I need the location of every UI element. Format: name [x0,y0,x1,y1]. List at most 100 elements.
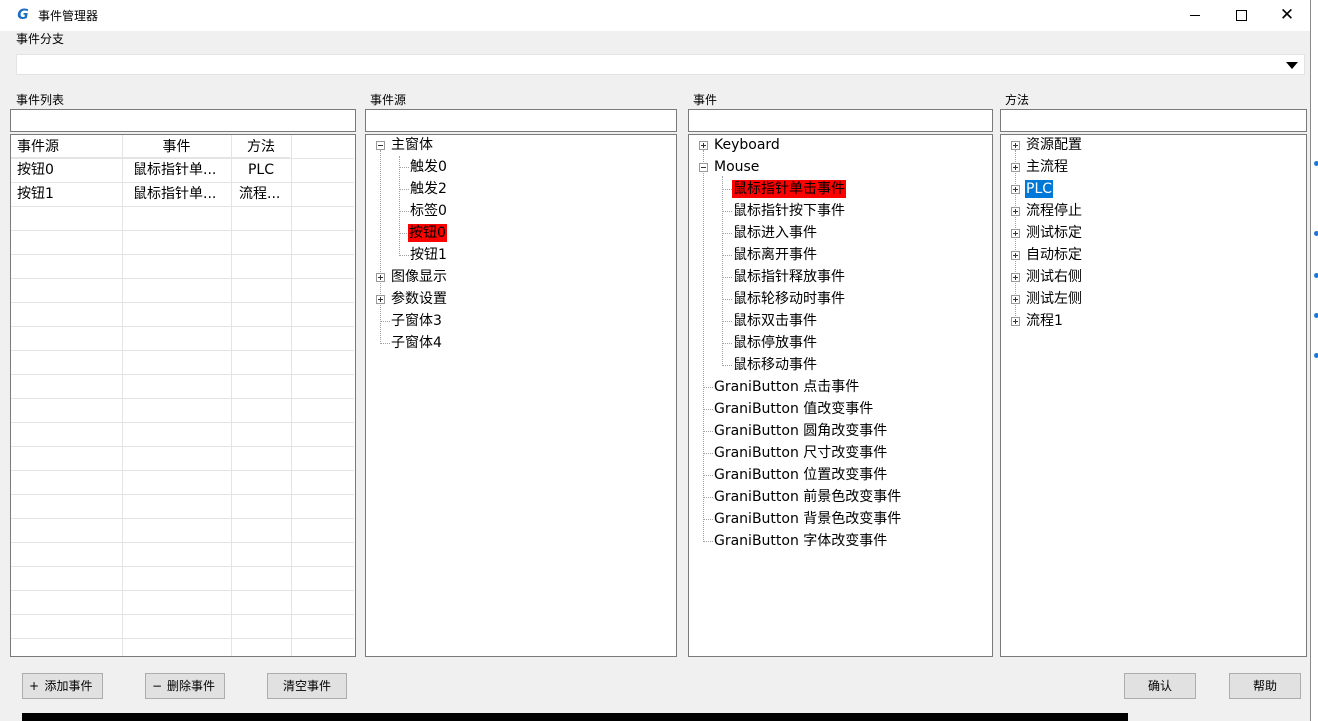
grid-line [11,470,354,471]
minus-icon: − [152,679,163,693]
confirm-button[interactable]: 确认 [1124,673,1196,699]
tree-node-button0[interactable]: 按钮0 [408,224,447,242]
tree-node-trigger0[interactable]: 触发0 [409,158,448,176]
tree-node-method[interactable]: 流程停止 [1025,202,1083,220]
delete-event-button[interactable]: − 删除事件 [145,673,225,699]
background-window-strip [22,713,1128,721]
grid-line [11,614,354,615]
table-row[interactable]: 按钮0 鼠标指针单... PLC [11,159,290,181]
background-dot-icon [1314,231,1318,236]
grid-line [11,494,354,495]
grid-line [11,638,354,639]
tree-node-method[interactable]: 测试标定 [1025,224,1083,242]
branch-dropdown[interactable] [16,54,1305,75]
tree-node-mouse-event[interactable]: 鼠标轮移动时事件 [732,290,846,308]
event-list-header: 事件源 事件 方法 [11,136,290,158]
tree-node-method[interactable]: 流程1 [1025,312,1064,330]
tree-node-granibutton-event[interactable]: GraniButton 前景色改变事件 [713,488,902,506]
grid-line [11,422,354,423]
event-list-grid[interactable] [10,134,356,657]
tree-node-method[interactable]: 自动标定 [1025,246,1083,264]
tree-node-mouse-event[interactable]: 鼠标指针单击事件 [732,180,846,198]
grid-line [11,542,354,543]
tree-node-keyboard[interactable]: Keyboard [713,136,781,154]
grid-line [11,326,354,327]
column-header-method[interactable]: 方法 [231,136,291,158]
tree-node-method[interactable]: 主流程 [1025,158,1069,176]
tree-node-mouse[interactable]: Mouse [713,158,760,176]
tree-node-mouse-event[interactable]: 鼠标进入事件 [732,224,818,242]
add-event-button[interactable]: + 添加事件 [22,673,103,699]
table-row[interactable]: 按钮1 鼠标指针单... 流程... [11,183,290,205]
tree-node-method[interactable]: PLC [1025,180,1054,198]
tree-node-trigger2[interactable]: 触发2 [409,180,448,198]
events-filter-input[interactable] [688,109,993,132]
tree-node-image-display[interactable]: 图像显示 [390,268,448,286]
event-list-label: 事件列表 [16,93,65,107]
minimize-button[interactable] [1172,0,1218,31]
collapse-icon[interactable] [376,141,385,150]
table-cell: 按钮1 [17,186,54,202]
expand-icon[interactable] [376,295,385,304]
expand-icon[interactable] [1011,251,1020,260]
tree-node-method[interactable]: 测试右侧 [1025,268,1083,286]
expand-icon[interactable] [1011,295,1020,304]
expand-icon[interactable] [1011,229,1020,238]
tree-node-mouse-event[interactable]: 鼠标移动事件 [732,356,818,374]
expand-icon[interactable] [699,141,708,150]
title-bar [0,0,1310,31]
tree-node-mouse-event[interactable]: 鼠标停放事件 [732,334,818,352]
tree-node-parameter-settings[interactable]: 参数设置 [390,290,448,308]
tree-node-mouse-event[interactable]: 鼠标双击事件 [732,312,818,330]
tree-node-mouse-event[interactable]: 鼠标指针释放事件 [732,268,846,286]
event-list-filter-input[interactable] [10,109,356,132]
expand-icon[interactable] [1011,185,1020,194]
close-button[interactable]: ✕ [1264,0,1310,31]
grid-line [11,398,354,399]
tree-node-mouse-event[interactable]: 鼠标离开事件 [732,246,818,264]
events-label: 事件 [693,93,718,107]
expand-icon[interactable] [1011,273,1020,282]
methods-label: 方法 [1005,93,1030,107]
tree-node-label0[interactable]: 标签0 [409,202,448,220]
tree-node-mouse-event[interactable]: 鼠标指针按下事件 [732,202,846,220]
tree-node-granibutton-event[interactable]: GraniButton 背景色改变事件 [713,510,902,528]
tree-node-granibutton-event[interactable]: GraniButton 字体改变事件 [713,532,888,550]
methods-filter-input[interactable] [1000,109,1307,132]
column-header-source[interactable]: 事件源 [11,136,122,158]
minimize-icon [1190,14,1200,16]
tree-node-method[interactable]: 资源配置 [1025,136,1083,154]
window-title: 事件管理器 [38,9,99,23]
branch-label: 事件分支 [16,32,65,46]
expand-icon[interactable] [1011,207,1020,216]
grid-line [122,135,123,656]
tree-node-main-window[interactable]: 主窗体 [390,136,434,154]
column-header-event[interactable]: 事件 [122,136,231,158]
table-cell: PLC [247,162,275,178]
tree-node-subwindow3[interactable]: 子窗体3 [390,312,443,330]
background-dot-icon [1314,161,1318,166]
tree-node-granibutton-event[interactable]: GraniButton 圆角改变事件 [713,422,888,440]
maximize-icon [1235,9,1247,21]
expand-icon[interactable] [1011,317,1020,326]
grid-line [11,566,354,567]
grid-line [11,518,354,519]
tree-node-granibutton-event[interactable]: GraniButton 值改变事件 [713,400,874,418]
clear-events-button[interactable]: 清空事件 [267,673,347,699]
tree-node-granibutton-event[interactable]: GraniButton 尺寸改变事件 [713,444,888,462]
background-window-edge [1310,0,1318,721]
tree-node-granibutton-event[interactable]: GraniButton 点击事件 [713,378,860,396]
collapse-icon[interactable] [699,163,708,172]
expand-icon[interactable] [376,273,385,282]
expand-icon[interactable] [1011,141,1020,150]
tree-node-button1[interactable]: 按钮1 [409,246,448,264]
maximize-button[interactable] [1218,0,1264,31]
tree-node-subwindow4[interactable]: 子窗体4 [390,334,443,352]
grid-line [11,254,354,255]
expand-icon[interactable] [1011,163,1020,172]
tree-node-method[interactable]: 测试左侧 [1025,290,1083,308]
grid-line [291,135,292,656]
help-button[interactable]: 帮助 [1229,673,1301,699]
tree-node-granibutton-event[interactable]: GraniButton 位置改变事件 [713,466,888,484]
event-source-filter-input[interactable] [365,109,677,132]
